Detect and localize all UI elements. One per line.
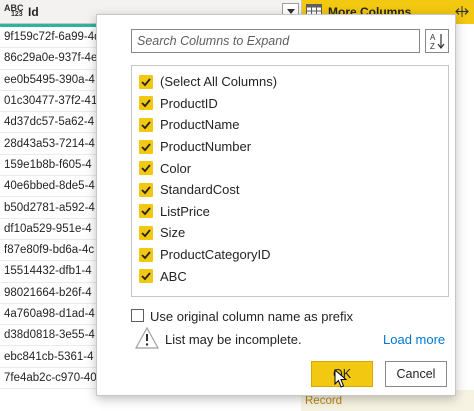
prefix-label: Use original column name as prefix: [150, 308, 354, 324]
svg-text:Z: Z: [430, 42, 435, 51]
sort-ascending-icon: A Z: [430, 33, 445, 51]
search-input[interactable]: [132, 30, 419, 52]
list-item-label: ProductCategoryID: [160, 247, 271, 263]
list-item[interactable]: ProductName: [132, 114, 448, 136]
search-box[interactable]: [131, 29, 420, 53]
checkbox-checked[interactable]: [139, 139, 153, 154]
list-item-label: ABC: [160, 268, 187, 284]
checkbox-checked[interactable]: [139, 161, 153, 176]
checkbox-checked[interactable]: [139, 225, 153, 240]
list-item-label: ListPrice: [160, 203, 210, 219]
checkbox-checked[interactable]: [139, 247, 153, 262]
list-item[interactable]: ProductCategoryID: [132, 244, 448, 266]
cancel-button[interactable]: Cancel: [385, 361, 447, 387]
sort-button[interactable]: A Z: [425, 29, 449, 53]
checkbox-checked[interactable]: [139, 96, 153, 111]
svg-text:A: A: [430, 33, 436, 42]
list-item[interactable]: ProductNumber: [132, 136, 448, 158]
prefix-checkbox[interactable]: [131, 309, 144, 322]
expand-columns-dropdown: A Z (Select All Columns) ProductID Produ…: [96, 14, 456, 396]
checkbox-checked[interactable]: [139, 269, 153, 284]
list-item-label: StandardCost: [160, 182, 240, 198]
type-icon-bottom-text: 123: [11, 11, 23, 18]
mouse-cursor-icon: [334, 369, 348, 388]
list-item-select-all[interactable]: (Select All Columns): [132, 71, 448, 93]
checkbox-checked[interactable]: [139, 117, 153, 132]
column-list[interactable]: (Select All Columns) ProductID ProductNa…: [131, 65, 449, 297]
list-item[interactable]: Size: [132, 222, 448, 244]
checkbox-checked[interactable]: [139, 182, 153, 197]
list-item-label: Color: [160, 160, 192, 176]
list-item[interactable]: ABC: [132, 265, 448, 287]
checkbox-checked[interactable]: [139, 74, 153, 89]
list-item[interactable]: StandardCost: [132, 179, 448, 201]
list-item-label: ProductNumber: [160, 139, 252, 155]
list-item[interactable]: ListPrice: [132, 201, 448, 223]
list-item[interactable]: ProductID: [132, 93, 448, 115]
expand-column-icon[interactable]: [454, 4, 470, 19]
list-item-label: ProductID: [160, 95, 218, 111]
checkbox-checked[interactable]: [139, 204, 153, 219]
warning-text: List may be incomplete.: [165, 332, 302, 347]
list-item-label: (Select All Columns): [160, 74, 278, 90]
text-type-icon[interactable]: ABC 123: [4, 4, 26, 20]
load-more-link[interactable]: Load more: [383, 332, 445, 347]
list-item-label: Size: [160, 225, 186, 241]
prefix-option[interactable]: Use original column name as prefix: [131, 307, 371, 325]
list-item-label: ProductName: [160, 117, 240, 133]
list-item[interactable]: Color: [132, 157, 448, 179]
warning-icon: [135, 327, 159, 349]
column-header-id[interactable]: Id: [28, 5, 39, 19]
